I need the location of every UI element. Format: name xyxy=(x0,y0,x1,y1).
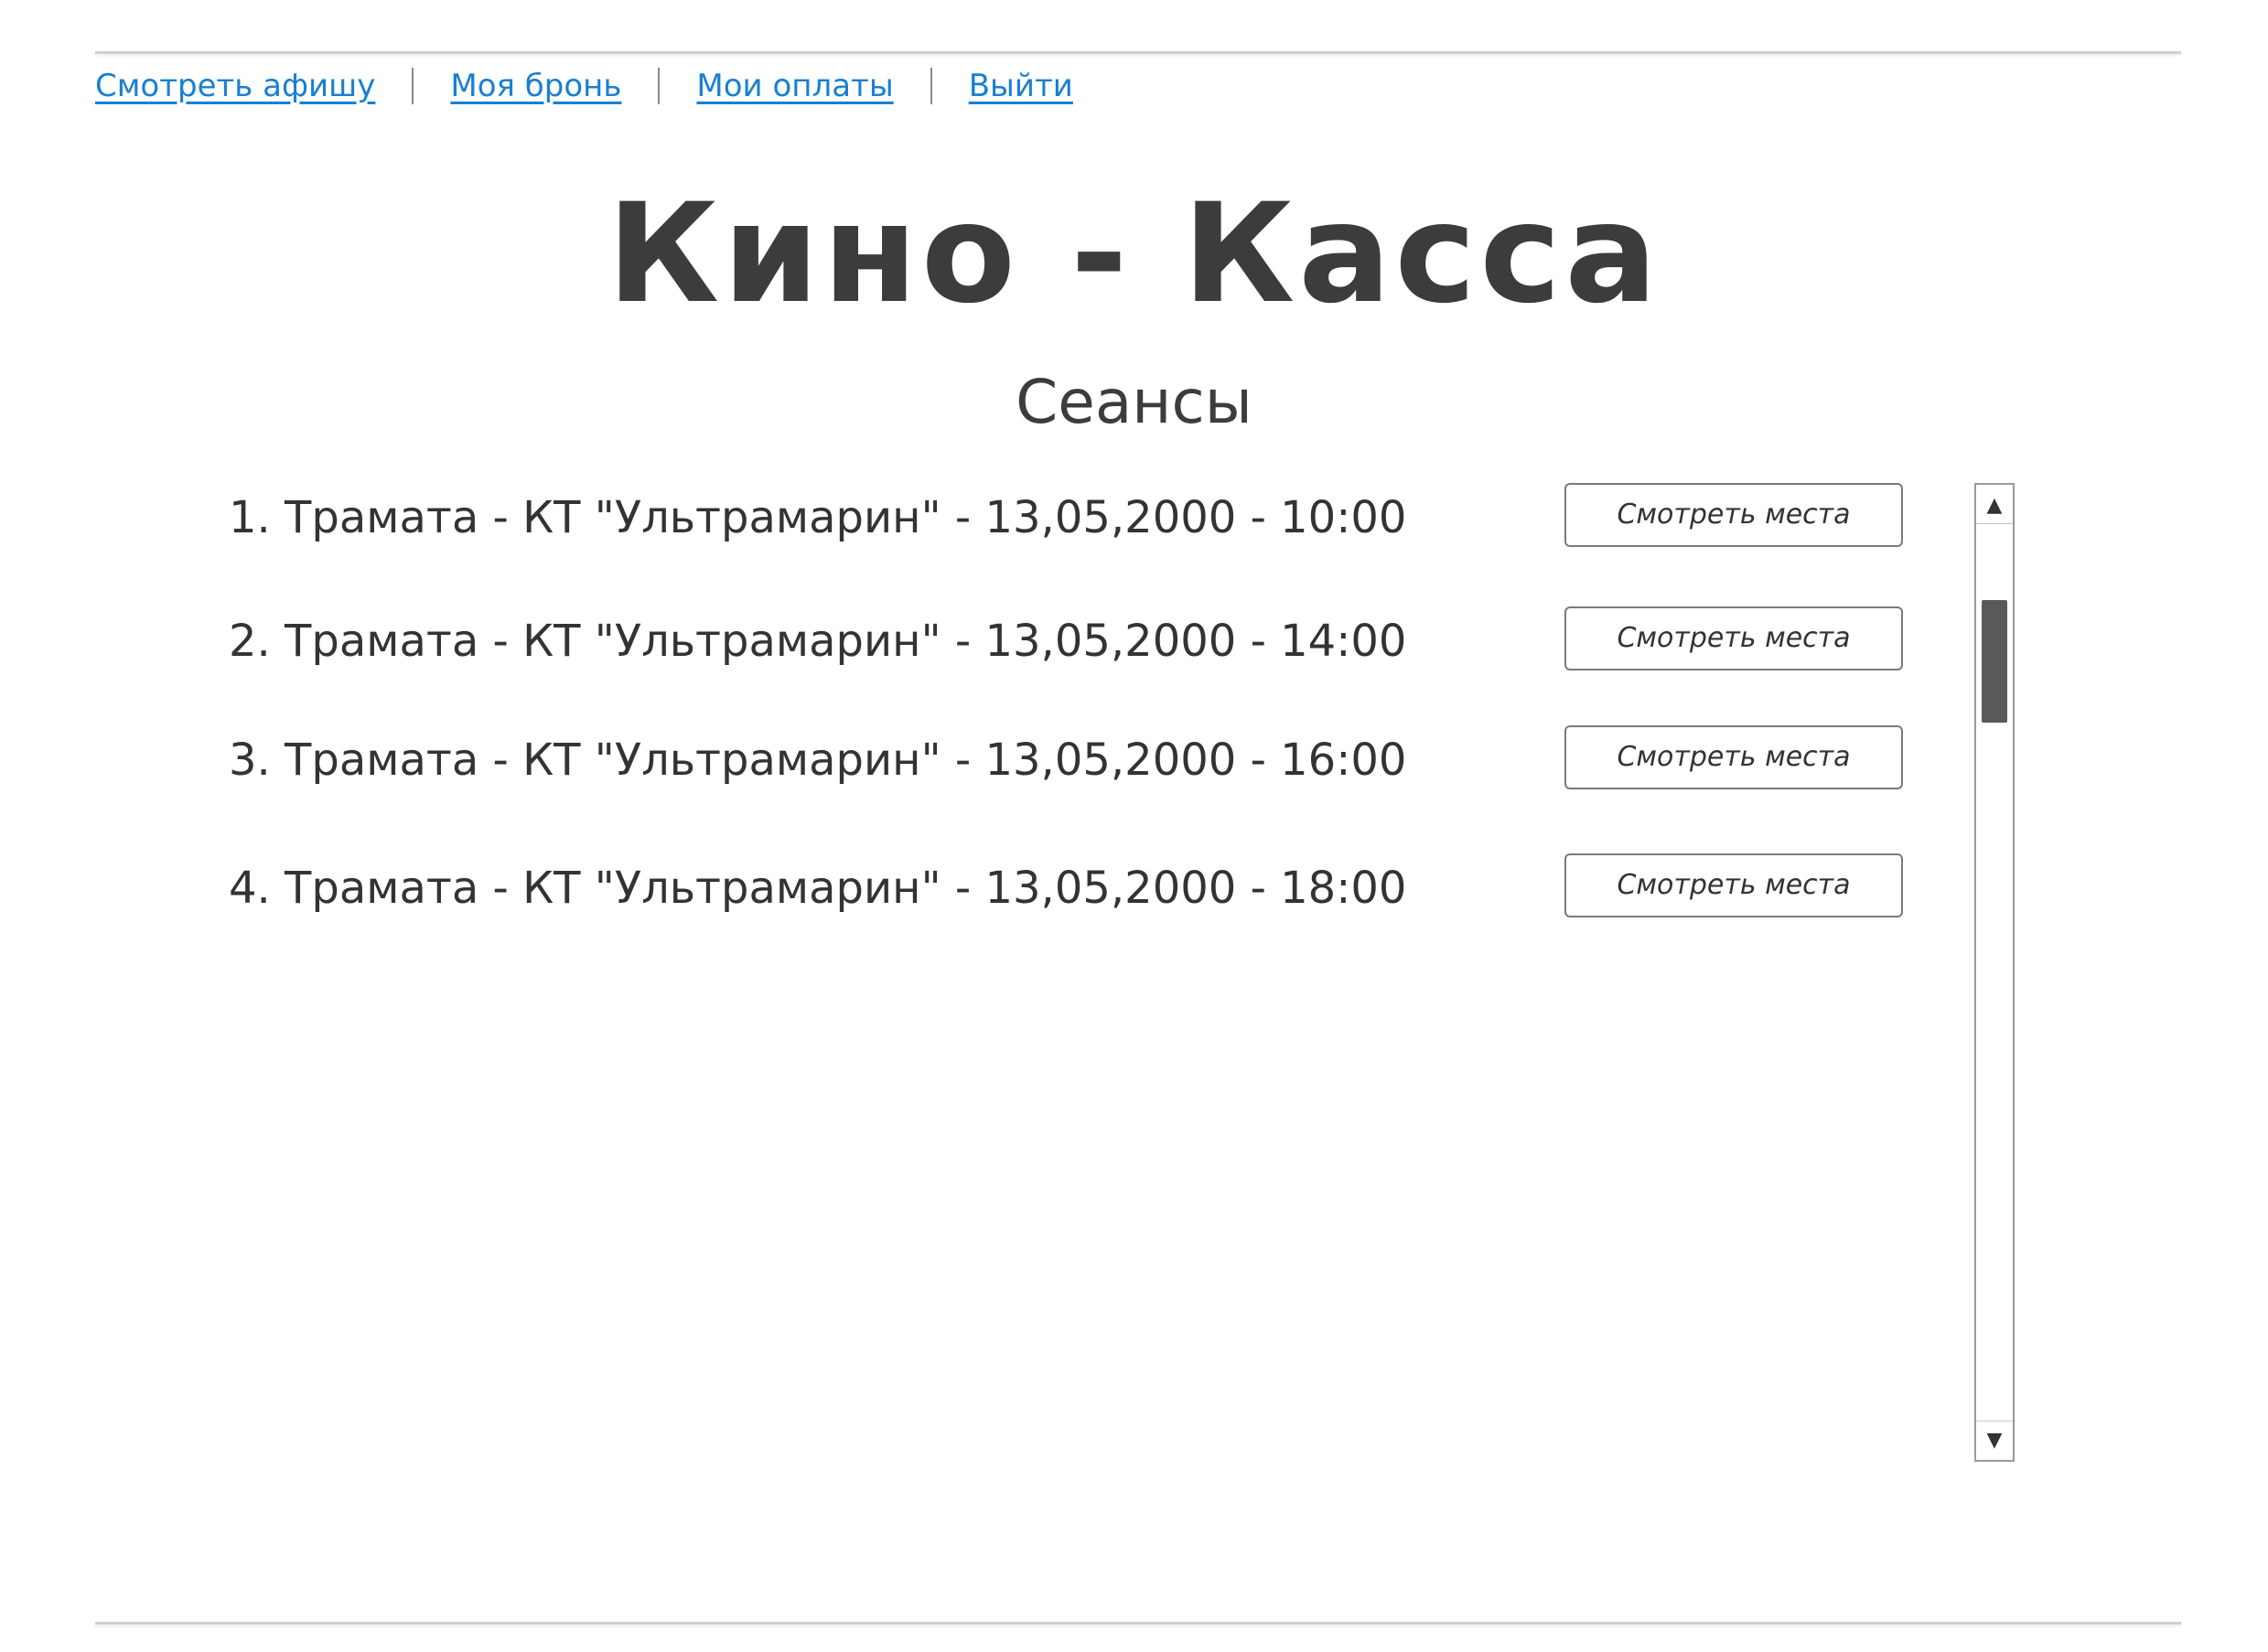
view-seats-button[interactable]: Смотреть места xyxy=(1564,606,1903,670)
view-seats-button[interactable]: Смотреть места xyxy=(1564,483,1903,547)
session-text: 3. Трамата - КТ "Ультрамарин" - 13,05,20… xyxy=(229,735,1407,786)
bottom-divider xyxy=(95,1622,2181,1625)
nav-separator xyxy=(658,68,661,104)
session-row: 1. Трамата - КТ "Ультрамарин" - 13,05,20… xyxy=(229,483,1903,552)
nav-link-logout[interactable]: Выйти xyxy=(969,68,1073,104)
session-text: 4. Трамата - КТ "Ультрамарин" - 13,05,20… xyxy=(229,863,1407,914)
page-title: Кино - Касса xyxy=(607,175,1661,334)
session-row: 2. Трамата - КТ "Ультрамарин" - 13,05,20… xyxy=(229,606,1903,676)
nav-link-my-booking[interactable]: Моя бронь xyxy=(450,68,621,104)
page-subtitle: Сеансы xyxy=(1016,367,1252,437)
view-seats-button[interactable]: Смотреть места xyxy=(1564,853,1903,917)
nav-link-view-schedule[interactable]: Смотреть афишу xyxy=(95,68,375,104)
scroll-down-arrow-icon[interactable]: ▼ xyxy=(1976,1421,2013,1458)
view-seats-button[interactable]: Смотреть места xyxy=(1564,725,1903,789)
session-text: 1. Трамата - КТ "Ультрамарин" - 13,05,20… xyxy=(229,492,1407,543)
scroll-up-arrow-icon[interactable]: ▲ xyxy=(1976,487,2013,524)
session-text: 2. Трамата - КТ "Ультрамарин" - 13,05,20… xyxy=(229,616,1407,667)
nav-separator xyxy=(412,68,414,104)
top-divider xyxy=(95,51,2181,54)
nav-separator xyxy=(930,68,932,104)
scrollbar-thumb[interactable] xyxy=(1982,600,2007,723)
top-nav: Смотреть афишу Моя бронь Мои оплаты Выйт… xyxy=(95,59,1073,113)
vertical-scrollbar[interactable]: ▲ ▼ xyxy=(1974,483,2015,1462)
session-row: 3. Трамата - КТ "Ультрамарин" - 13,05,20… xyxy=(229,725,1903,795)
session-row: 4. Трамата - КТ "Ультрамарин" - 13,05,20… xyxy=(229,853,1903,923)
nav-link-my-payments[interactable]: Мои оплаты xyxy=(696,68,893,104)
